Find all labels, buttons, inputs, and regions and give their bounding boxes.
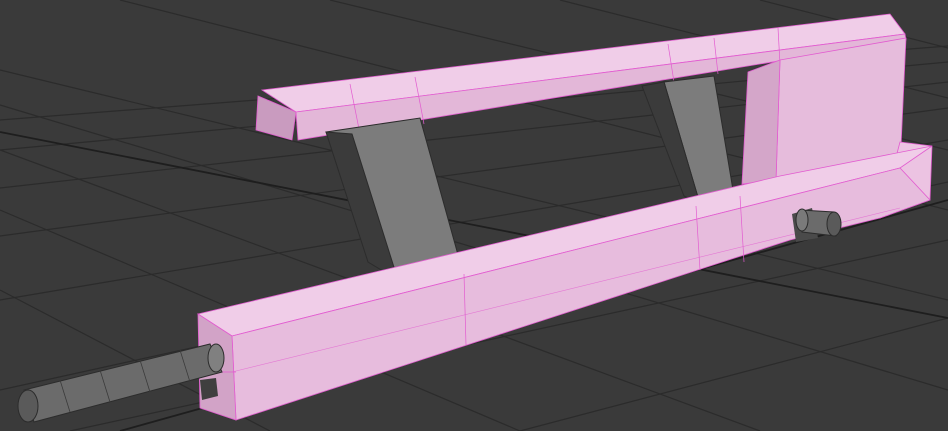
3d-viewport[interactable]: [0, 0, 948, 431]
viewport-canvas[interactable]: [0, 0, 948, 431]
right-pin[interactable]: [795, 208, 842, 237]
